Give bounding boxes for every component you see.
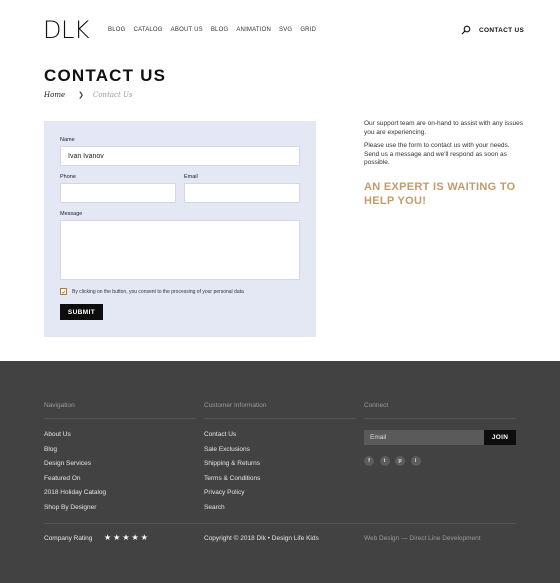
nav-item-svg[interactable]: SVG — [279, 27, 292, 33]
breadcrumb-current: Contact Us — [92, 91, 133, 99]
chevron-right-icon: ❯ — [78, 91, 84, 99]
message-label: Message — [60, 211, 83, 217]
footer-link-design-services[interactable]: Design Services — [44, 460, 106, 468]
expert-heading: AN EXPERT IS WAITING TO HELP YOU! — [364, 181, 516, 207]
nav-item-grid[interactable]: GRID — [300, 27, 316, 33]
pinterest-icon[interactable]: p — [395, 456, 405, 466]
social-links: f t p i — [364, 456, 421, 466]
name-field[interactable]: Ivan Ivanov — [60, 146, 300, 166]
check-icon — [61, 289, 66, 294]
site-logo[interactable]: DLK — [43, 18, 90, 42]
name-label: Name — [60, 137, 75, 143]
copyright-text: Copyright © 2018 Dlk • Design Life Kids — [204, 535, 319, 542]
page-title: CONTACT US — [44, 66, 167, 85]
site-header: DLK BLOG CATALOG ABOUT US BLOG ANIMATION… — [0, 0, 560, 60]
join-button[interactable]: JOIN — [484, 430, 516, 445]
footer-customer-heading: Customer Information — [204, 402, 267, 409]
email-label: Email — [184, 174, 198, 180]
footer-link-blog[interactable]: Blog — [44, 446, 106, 454]
footer-navigation-links: About Us Blog Design Services Featured O… — [44, 431, 106, 512]
consent-checkbox[interactable] — [60, 288, 67, 295]
footer-link-featured-on[interactable]: Featured On — [44, 475, 106, 483]
star-icon: ★ — [104, 533, 112, 542]
form-instructions: Please use the form to contact us with y… — [364, 142, 510, 166]
instagram-icon[interactable]: i — [410, 456, 421, 466]
phone-field[interactable] — [60, 183, 176, 203]
rating-stars: ★ ★ ★ ★ ★ — [104, 533, 148, 543]
header-contact-link[interactable]: CONTACT US — [479, 27, 524, 34]
nav-item-blog-2[interactable]: BLOG — [211, 27, 228, 33]
email-field[interactable] — [184, 183, 300, 203]
star-icon: ★ — [131, 533, 139, 542]
site-footer: Navigation Customer Information Connect … — [0, 361, 560, 583]
main-nav: BLOG CATALOG ABOUT US BLOG ANIMATION SVG… — [108, 27, 316, 33]
message-textarea[interactable] — [60, 220, 300, 280]
support-info: Our support team are on-hand to assist w… — [364, 120, 524, 173]
newsletter-email-input[interactable]: Email — [364, 430, 484, 445]
divider — [44, 418, 196, 419]
nav-item-catalog[interactable]: CATALOG — [133, 27, 162, 33]
footer-link-privacy[interactable]: Privacy Policy — [204, 489, 260, 497]
divider — [44, 523, 516, 524]
support-text: Our support team are on-hand to assist w… — [364, 120, 523, 136]
nav-item-blog[interactable]: BLOG — [108, 27, 125, 33]
company-rating-label: Company Rating — [44, 535, 93, 542]
twitter-icon[interactable]: t — [379, 456, 390, 466]
breadcrumb: Home ❯ Contact Us — [44, 91, 133, 99]
footer-link-contact-us[interactable]: Contact Us — [204, 431, 260, 439]
phone-label: Phone — [60, 174, 76, 180]
footer-link-holiday-catalog[interactable]: 2018 Holiday Catalog — [44, 489, 106, 497]
footer-link-shipping-returns[interactable]: Shipping & Returns — [204, 460, 260, 468]
nav-item-about-us[interactable]: ABOUT US — [171, 27, 203, 33]
footer-link-sale-exclusions[interactable]: Sale Exclusions — [204, 446, 260, 454]
divider — [204, 418, 356, 419]
search-icon[interactable] — [461, 25, 471, 35]
divider — [364, 418, 516, 419]
consent-text: By clicking on the button, you consent t… — [72, 289, 244, 295]
footer-navigation-heading: Navigation — [44, 402, 75, 409]
footer-connect-heading: Connect — [364, 402, 389, 409]
footer-link-about-us[interactable]: About Us — [44, 431, 106, 439]
star-icon: ★ — [113, 533, 121, 542]
star-icon: ★ — [140, 533, 148, 542]
web-design-credit[interactable]: Web Design — Direct Line Development — [364, 535, 481, 542]
footer-customer-links: Contact Us Sale Exclusions Shipping & Re… — [204, 431, 260, 512]
footer-link-shop-by-designer[interactable]: Shop By Designer — [44, 504, 106, 512]
footer-link-terms[interactable]: Terms & Conditions — [204, 475, 260, 483]
breadcrumb-home[interactable]: Home — [44, 91, 65, 99]
nav-item-animation[interactable]: ANIMATION — [236, 27, 271, 33]
footer-link-search[interactable]: Search — [204, 504, 260, 512]
submit-button[interactable]: SUBMIT — [60, 304, 103, 320]
contact-form: Name Ivan Ivanov Phone Email Message By … — [44, 121, 316, 337]
facebook-icon[interactable]: f — [364, 456, 374, 466]
star-icon: ★ — [122, 533, 130, 542]
